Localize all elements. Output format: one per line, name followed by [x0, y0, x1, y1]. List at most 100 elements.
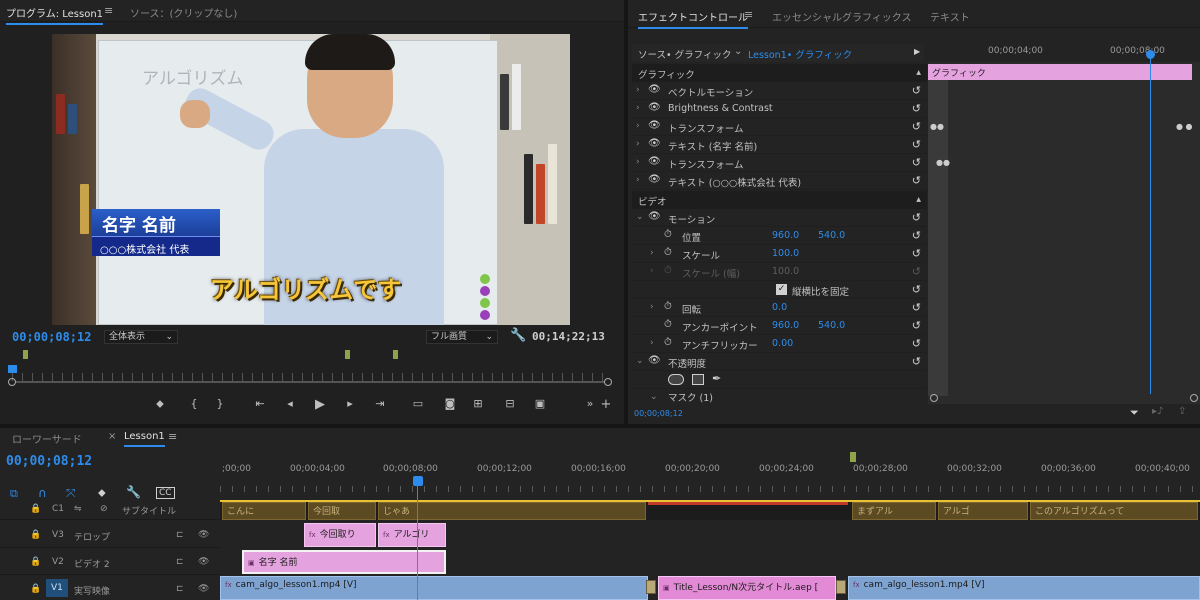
captions-icon[interactable]: CC	[156, 487, 175, 499]
chevron-down-icon[interactable]: ⌄	[636, 356, 644, 366]
reset-icon[interactable]: ↺	[912, 120, 921, 133]
keyframe-icon[interactable]: ●●	[930, 122, 944, 131]
panel-divider[interactable]	[624, 0, 628, 424]
timeline-marker[interactable]	[850, 452, 856, 462]
filter-icon[interactable]: ⏷	[1130, 406, 1139, 420]
scroll-handle-right[interactable]	[1190, 394, 1198, 402]
sequence-clip-label[interactable]: Lesson1• グラフィック	[748, 47, 852, 61]
transition-icon[interactable]	[836, 580, 846, 594]
reset-icon[interactable]: ↺	[912, 337, 921, 350]
chevron-right-icon[interactable]: ›	[650, 338, 654, 348]
close-icon[interactable]: ×	[108, 431, 116, 442]
play-audio-icon[interactable]: ▸♪	[1152, 406, 1163, 417]
reset-icon[interactable]: ↺	[912, 102, 921, 115]
nameplate-clip[interactable]: ▣ 名字 名前	[242, 550, 446, 574]
reset-icon[interactable]: ↺	[912, 301, 921, 314]
eye-icon[interactable]: 👁	[648, 211, 661, 222]
chevron-down-icon[interactable]: ⌄	[636, 212, 644, 222]
eye-icon[interactable]: 👁	[648, 355, 661, 366]
telop-clip[interactable]: fx 今回取り	[304, 523, 376, 547]
timeline-playhead-handle[interactable]	[413, 476, 423, 486]
eye-icon[interactable]: 👁	[648, 174, 661, 185]
eye-icon[interactable]: 👁	[648, 138, 661, 149]
more-icon[interactable]: »	[582, 397, 598, 410]
flicker-row[interactable]: › ⏱ アンチフリッカー 0.00 ↺	[632, 335, 927, 353]
eye-icon[interactable]: 👁	[198, 530, 209, 540]
telop-clip[interactable]: fx アルゴリ	[378, 523, 446, 547]
snap-icon[interactable]: ∩	[38, 486, 47, 500]
marker[interactable]	[345, 350, 350, 359]
reset-icon[interactable]: ↺	[912, 138, 921, 151]
uniform-scale-row[interactable]: ✓ 縦横比を固定 ↺	[632, 281, 927, 299]
zoom-scrollbar[interactable]	[16, 381, 604, 383]
mini-playhead-handle[interactable]	[1146, 50, 1155, 59]
reset-icon[interactable]: ↺	[912, 84, 921, 97]
video-clip[interactable]: fx cam_algo_lesson1.mp4 [V]	[220, 576, 648, 600]
menu-icon[interactable]: ≡	[168, 430, 177, 443]
reset-icon[interactable]: ↺	[912, 229, 921, 242]
chevron-right-icon[interactable]: ›	[650, 302, 654, 312]
sync-icon[interactable]: ⊏	[176, 530, 184, 540]
eye-icon[interactable]: 👁	[648, 102, 661, 113]
linked-selection-icon[interactable]: ⤧	[66, 486, 76, 501]
eye-icon[interactable]: 👁	[198, 584, 209, 594]
timeline-playhead[interactable]	[417, 484, 418, 600]
panel-divider[interactable]	[0, 424, 1200, 428]
source-clip-label[interactable]: ソース• グラフィック	[638, 47, 731, 61]
mini-playhead[interactable]	[1150, 54, 1151, 394]
anchor-y-value[interactable]: 540.0	[818, 320, 845, 331]
effect-row[interactable]: › 👁 トランスフォーム ↺	[632, 118, 927, 136]
rotation-row[interactable]: › ⏱ 回転 0.0 ↺	[632, 299, 927, 317]
reset-icon[interactable]: ↺	[912, 355, 921, 368]
playhead-marker[interactable]	[8, 365, 17, 373]
tab-text[interactable]: テキスト	[930, 9, 970, 24]
chevron-right-icon[interactable]: ›	[636, 103, 640, 113]
add-marker-icon[interactable]: ⬥	[98, 486, 106, 500]
marker[interactable]	[393, 350, 398, 359]
zoom-dropdown[interactable]: 全体表示 ⌄	[104, 330, 178, 344]
mark-in-icon[interactable]: {	[186, 397, 202, 410]
anchor-row[interactable]: ⏱ アンカーポイント 960.0 540.0 ↺	[632, 317, 927, 335]
add-marker-icon[interactable]: ⬥	[152, 397, 168, 411]
chevron-down-icon[interactable]: ⌄	[734, 46, 742, 57]
scale-value[interactable]: 100.0	[772, 248, 799, 259]
effect-row[interactable]: › 👁 トランスフォーム ↺	[632, 154, 927, 172]
subtitle-clip[interactable]: このアルゴリズムって	[1030, 502, 1198, 520]
camera-icon[interactable]: ◙	[442, 397, 458, 410]
chevron-right-icon[interactable]: ›	[636, 121, 640, 131]
ellipse-mask-icon[interactable]	[668, 374, 684, 385]
position-x-value[interactable]: 960.0	[772, 230, 799, 241]
marker[interactable]	[23, 350, 28, 359]
title-clip[interactable]: ▣ Title_Lesson/N次元タイトル.aep [	[658, 576, 836, 600]
keyframe-icon[interactable]: ●●	[936, 158, 950, 167]
reset-icon[interactable]: ↺	[912, 247, 921, 260]
step-back-icon[interactable]: ◂	[282, 397, 298, 410]
chevron-right-icon[interactable]: ›	[636, 139, 640, 149]
eye-icon[interactable]: 👁	[648, 84, 661, 95]
eye-icon[interactable]: 👁	[648, 156, 661, 167]
stopwatch-icon[interactable]: ⏱	[664, 301, 672, 312]
track-toggle-icon[interactable]: ⇋	[74, 504, 82, 514]
program-time-ruler[interactable]	[12, 373, 610, 381]
scroll-handle-right[interactable]	[604, 378, 612, 386]
tab-program[interactable]: プログラム: Lesson1	[6, 5, 104, 25]
scale-row[interactable]: › ⏱ スケール 100.0 ↺	[632, 245, 927, 263]
tab-source[interactable]: ソース：(クリップなし)	[130, 5, 237, 20]
timeline-ruler[interactable]: ;00;00 00;00;04;00 00;00;08;00 00;00;12;…	[220, 452, 1200, 500]
subtitle-clip[interactable]: 今回取	[308, 502, 376, 520]
transition-icon[interactable]	[646, 580, 656, 594]
sync-icon[interactable]: ⊏	[176, 557, 184, 567]
compare-icon[interactable]: ▣	[532, 397, 548, 410]
timeline-timecode[interactable]: 00;00;08;12	[6, 454, 92, 469]
lift-icon[interactable]: ⊞	[470, 397, 486, 410]
mini-ruler[interactable]: 00;00;04;00 00;00;08;00	[928, 44, 1200, 62]
reset-icon[interactable]: ↺	[912, 319, 921, 332]
subtitle-clip[interactable]: アルゴ	[938, 502, 1028, 520]
pen-mask-icon[interactable]: ✒	[712, 372, 721, 385]
extract-icon[interactable]: ⊟	[502, 397, 518, 410]
effect-row[interactable]: › 👁 ベクトルモーション ↺	[632, 82, 927, 100]
mask-row[interactable]: ⌄ マスク (1)	[632, 389, 927, 404]
collapse-icon[interactable]: ▴	[916, 67, 921, 78]
stopwatch-icon[interactable]: ⏱	[664, 337, 672, 348]
export-icon[interactable]: ⇪	[1178, 406, 1186, 417]
